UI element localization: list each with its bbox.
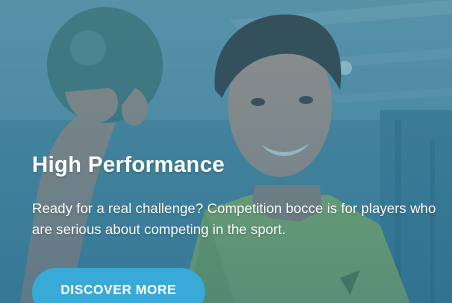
discover-more-button[interactable]: DISCOVER MORE	[32, 268, 205, 303]
card-description: Ready for a real challenge? Competition …	[32, 200, 436, 237]
promo-card: High Performance Ready for a real challe…	[0, 0, 452, 303]
card-heading: High Performance	[32, 152, 225, 177]
